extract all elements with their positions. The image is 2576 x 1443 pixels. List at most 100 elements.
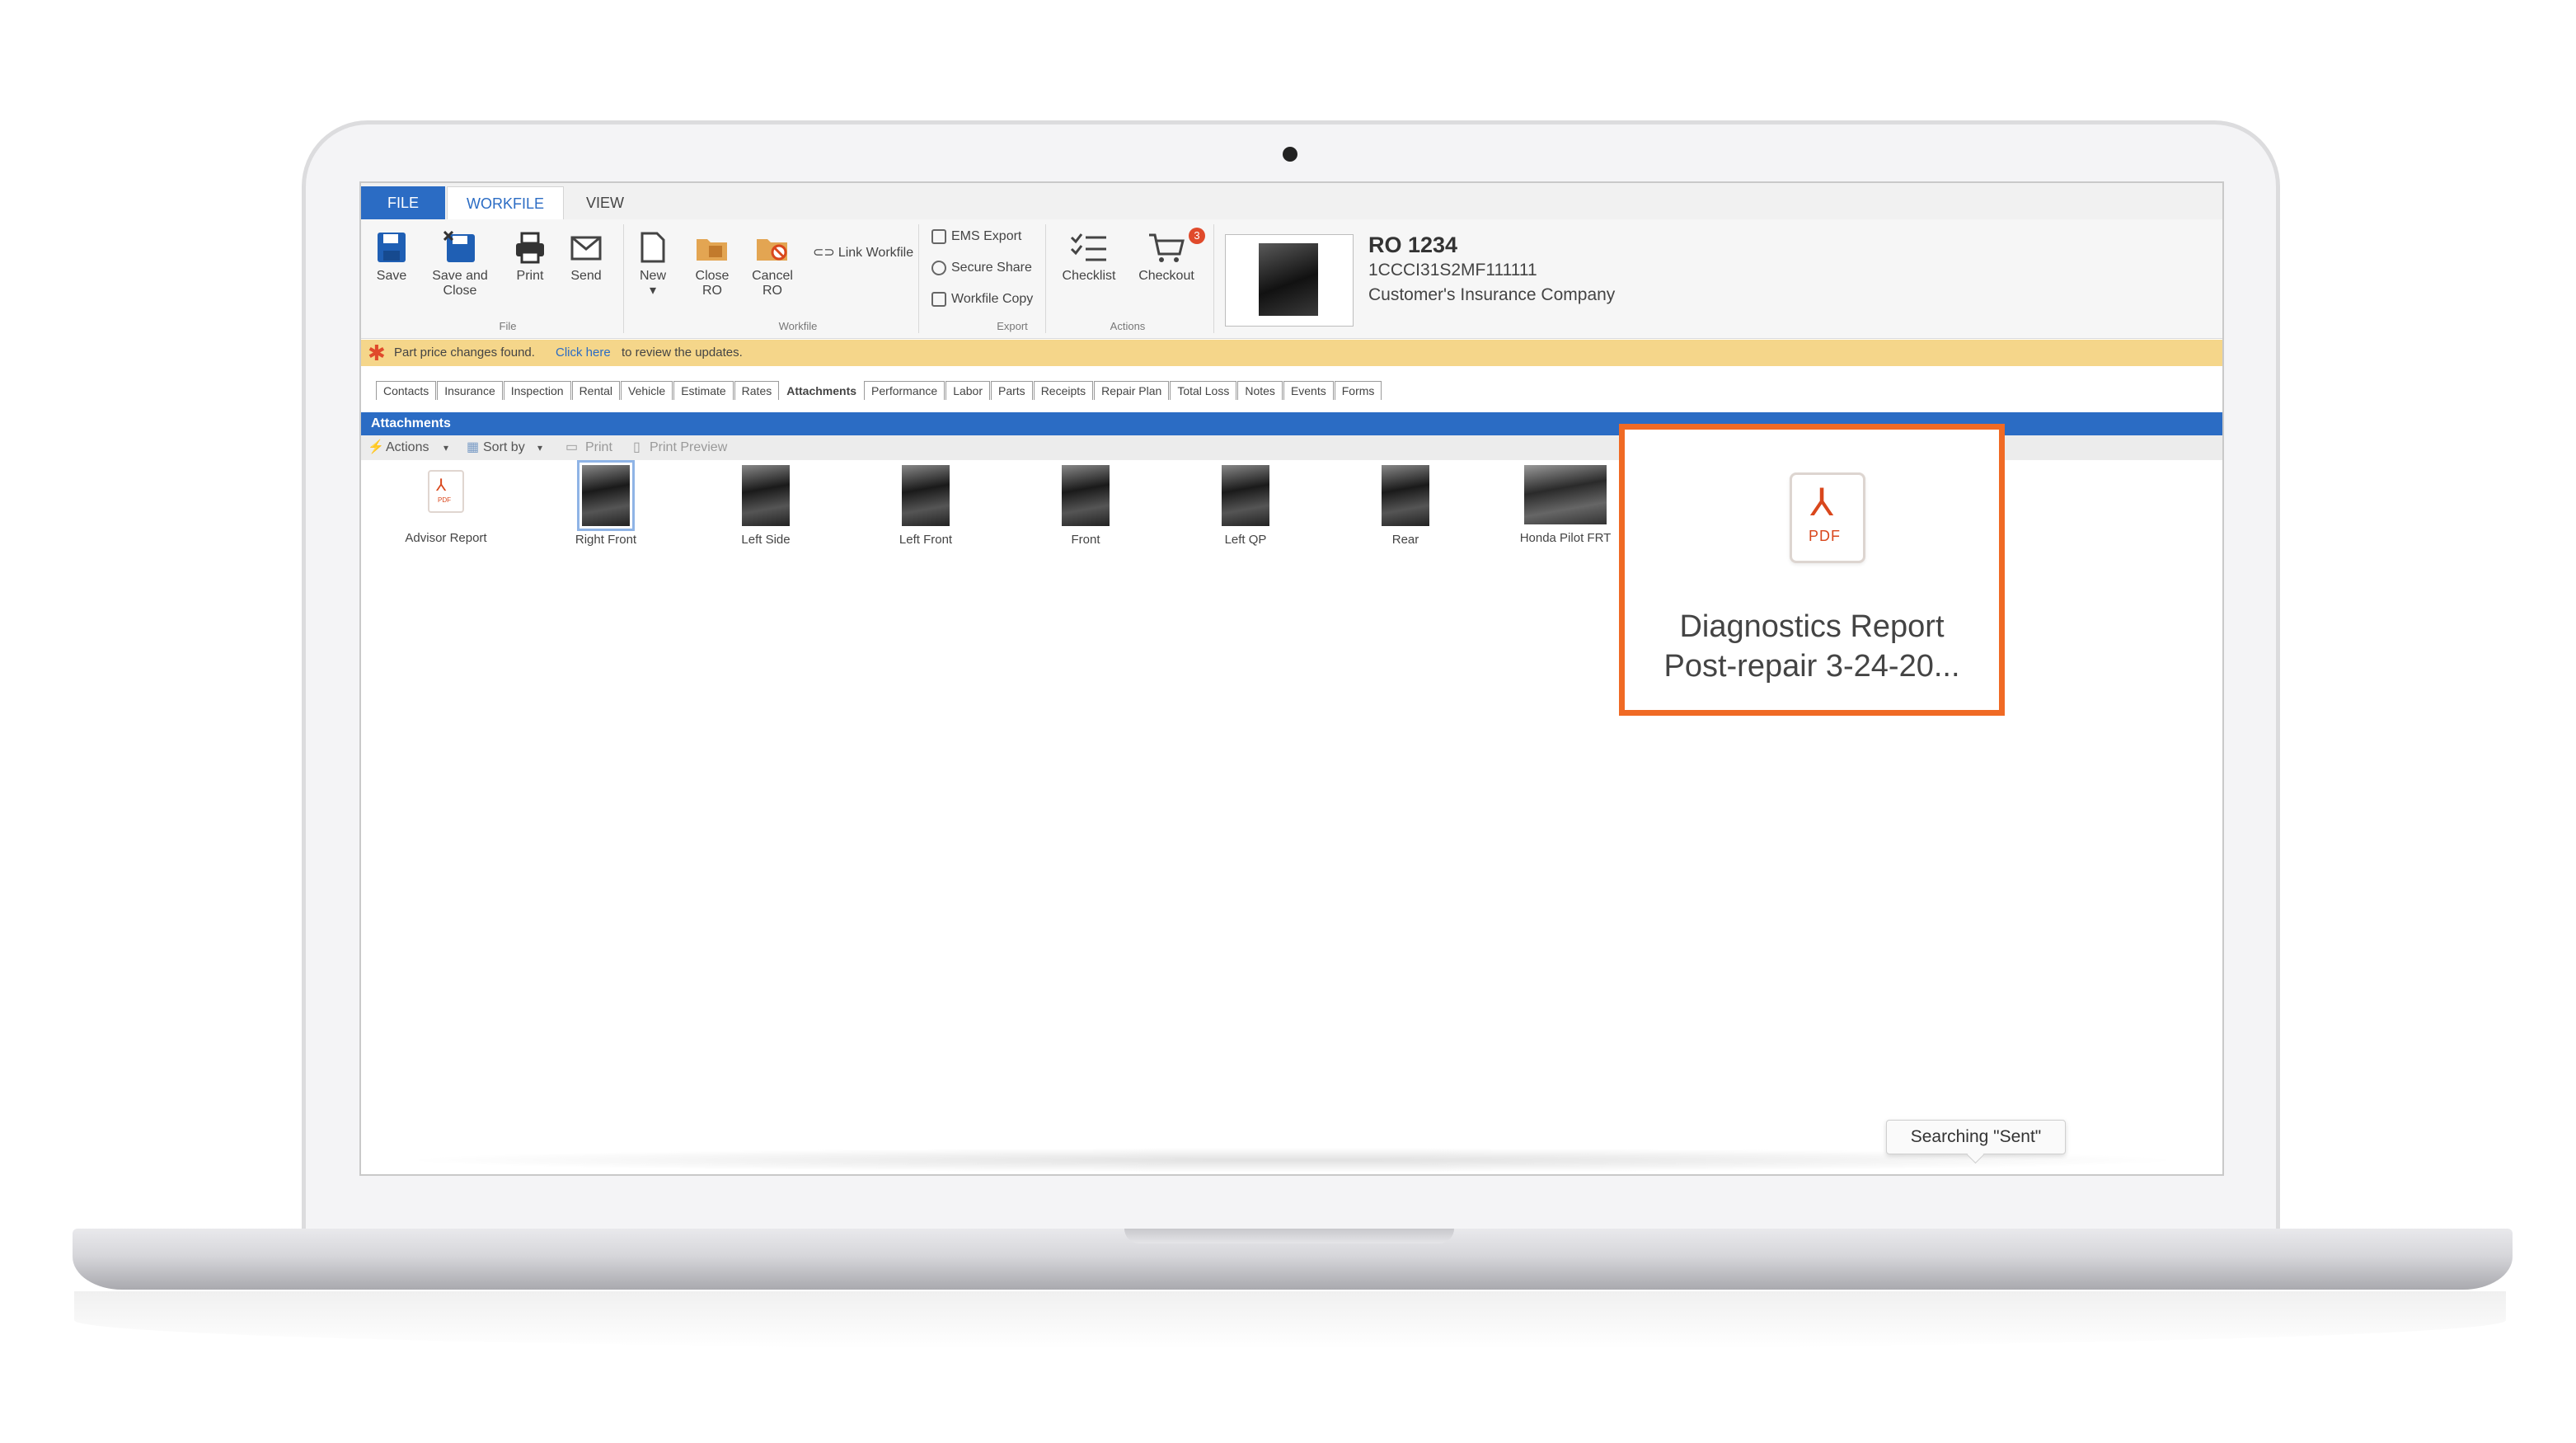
- attachment-label: Left QP: [1224, 533, 1267, 547]
- attachments-print-button[interactable]: Print: [585, 435, 612, 460]
- print-button[interactable]: Print: [506, 231, 554, 284]
- print-label: Print: [516, 269, 544, 283]
- subtab-performance[interactable]: Performance: [864, 381, 945, 400]
- ro-vin: 1CCCI31S2MF111111: [1368, 261, 1537, 280]
- subtab-repair-plan[interactable]: Repair Plan: [1094, 381, 1170, 400]
- attachment-left-side[interactable]: Left Side: [704, 465, 828, 547]
- export-group-label: Export: [997, 320, 1028, 332]
- cancel-ro-label-2: RO: [762, 284, 782, 298]
- attachment-honda-pilot-frt[interactable]: Honda Pilot FRT: [1504, 465, 1627, 545]
- subtab-inspection[interactable]: Inspection: [503, 381, 571, 400]
- photo-thumbnail: [902, 465, 950, 526]
- workfile-group-label: Workfile: [778, 320, 818, 332]
- save-close-icon: [443, 231, 475, 262]
- subtab-events[interactable]: Events: [1283, 381, 1334, 400]
- send-button[interactable]: Send: [562, 231, 610, 284]
- cancel-folder-icon: [757, 239, 787, 261]
- file-group-label: File: [499, 320, 517, 332]
- subtab-estimate[interactable]: Estimate: [673, 381, 734, 400]
- link-workfile-button[interactable]: ⊂⊃ Link Workfile: [813, 241, 913, 266]
- ems-export-button[interactable]: EMS Export: [931, 224, 1021, 249]
- photo-thumbnail: [1222, 465, 1269, 526]
- copy-icon: [931, 291, 946, 307]
- shopping-cart-icon: [1149, 233, 1185, 262]
- save-close-label-2: Close: [443, 284, 477, 298]
- actions-dropdown-icon: ▾: [443, 442, 449, 454]
- save-and-close-button[interactable]: Save and Close: [429, 231, 491, 298]
- subtab-total-loss[interactable]: Total Loss: [1170, 381, 1237, 400]
- subtab-forms[interactable]: Forms: [1334, 381, 1382, 400]
- actions-group-label: Actions: [1110, 320, 1146, 332]
- export-icon: [931, 228, 946, 244]
- workfile-copy-button[interactable]: Workfile Copy: [931, 287, 1033, 312]
- subtab-vehicle[interactable]: Vehicle: [621, 381, 673, 400]
- attachment-left-qp[interactable]: Left QP: [1184, 465, 1307, 547]
- checkout-label: Checkout: [1138, 269, 1194, 283]
- ribbon: Save Save and Close Print Send File New …: [361, 219, 2222, 339]
- attachment-right-front[interactable]: Right Front: [544, 460, 668, 547]
- photo-thumbnail: [577, 460, 635, 531]
- secure-share-label: Secure Share: [951, 261, 1032, 275]
- dropdown-arrow-icon: ▾: [649, 284, 657, 298]
- subtab-notes[interactable]: Notes: [1237, 381, 1283, 400]
- pdf-file-icon: ⅄ PDF: [1790, 472, 1865, 563]
- close-ro-button[interactable]: Close RO: [686, 231, 739, 298]
- tab-file[interactable]: FILE: [361, 186, 445, 219]
- ro-insurer: Customer's Insurance Company: [1368, 285, 1616, 304]
- envelope-icon: [570, 236, 602, 261]
- link-icon: ⊂⊃: [813, 246, 835, 260]
- attachment-advisor-report[interactable]: ⅄ PDF Advisor Report: [384, 465, 508, 545]
- laptop-notch: [1124, 1229, 1454, 1243]
- attachment-label: Honda Pilot FRT: [1519, 531, 1612, 545]
- group-divider: [1045, 224, 1046, 333]
- attachment-front[interactable]: Front: [1024, 465, 1147, 547]
- attachment-rear[interactable]: Rear: [1344, 465, 1467, 547]
- tab-view[interactable]: VIEW: [572, 186, 638, 219]
- subtab-parts[interactable]: Parts: [991, 381, 1033, 400]
- vehicle-photo[interactable]: [1225, 234, 1354, 327]
- attachment-label: Advisor Report: [405, 531, 487, 545]
- price-change-notice: ✱ Part price changes found. Click here t…: [361, 340, 2222, 366]
- subtab-rental[interactable]: Rental: [571, 381, 621, 400]
- workfile-subtabs: Contacts Insurance Inspection Rental Vehicle…: [376, 381, 1382, 401]
- notice-link[interactable]: Click here: [556, 340, 611, 366]
- subtab-receipts[interactable]: Receipts: [1033, 381, 1094, 400]
- attachment-label: Rear: [1391, 533, 1419, 547]
- subtab-contacts[interactable]: Contacts: [376, 381, 437, 400]
- subtab-rates[interactable]: Rates: [734, 381, 780, 400]
- acrobat-symbol-icon: ⅄: [1810, 481, 1834, 524]
- photo-thumbnail: [1062, 465, 1110, 526]
- cancel-ro-button[interactable]: Cancel RO: [745, 231, 800, 298]
- save-icon: [378, 233, 406, 262]
- group-divider: [1213, 224, 1214, 333]
- diagnostics-report-callout[interactable]: ⅄ PDF Diagnostics Report Post-repair 3-2…: [1619, 424, 2005, 716]
- ro-number: RO 1234: [1368, 233, 1458, 257]
- callout-title-line-1: Diagnostics Report: [1679, 609, 1945, 644]
- new-label: New: [639, 269, 666, 283]
- group-divider: [623, 224, 624, 333]
- attachment-left-front[interactable]: Left Front: [864, 465, 988, 547]
- new-document-icon: [640, 232, 665, 263]
- subtab-insurance[interactable]: Insurance: [437, 381, 503, 400]
- print-icon: ▭: [565, 440, 579, 454]
- checklist-icon: [1070, 233, 1106, 261]
- new-button[interactable]: New ▾: [628, 231, 678, 298]
- print-preview-button[interactable]: Print Preview: [650, 435, 727, 460]
- notice-message: Part price changes found.: [394, 345, 535, 360]
- sort-by-menu[interactable]: Sort by: [483, 435, 525, 460]
- tab-workfile[interactable]: WORKFILE: [447, 186, 564, 220]
- workfile-copy-label: Workfile Copy: [951, 292, 1034, 306]
- alert-asterisk-icon: ✱: [368, 341, 386, 365]
- save-label: Save: [376, 269, 407, 283]
- cancel-ro-label-1: Cancel: [752, 269, 793, 283]
- attachment-label: Front: [1071, 533, 1100, 547]
- camera-dot: [1283, 147, 1297, 162]
- vehicle-photo-image: [1259, 243, 1318, 316]
- secure-share-button[interactable]: Secure Share: [931, 256, 1032, 280]
- subtab-labor[interactable]: Labor: [945, 381, 990, 400]
- checklist-button[interactable]: Checklist: [1053, 231, 1124, 284]
- subtab-attachments[interactable]: Attachments: [780, 382, 864, 400]
- actions-menu[interactable]: Actions: [386, 435, 429, 460]
- group-divider: [918, 224, 919, 333]
- save-button[interactable]: Save: [368, 231, 415, 284]
